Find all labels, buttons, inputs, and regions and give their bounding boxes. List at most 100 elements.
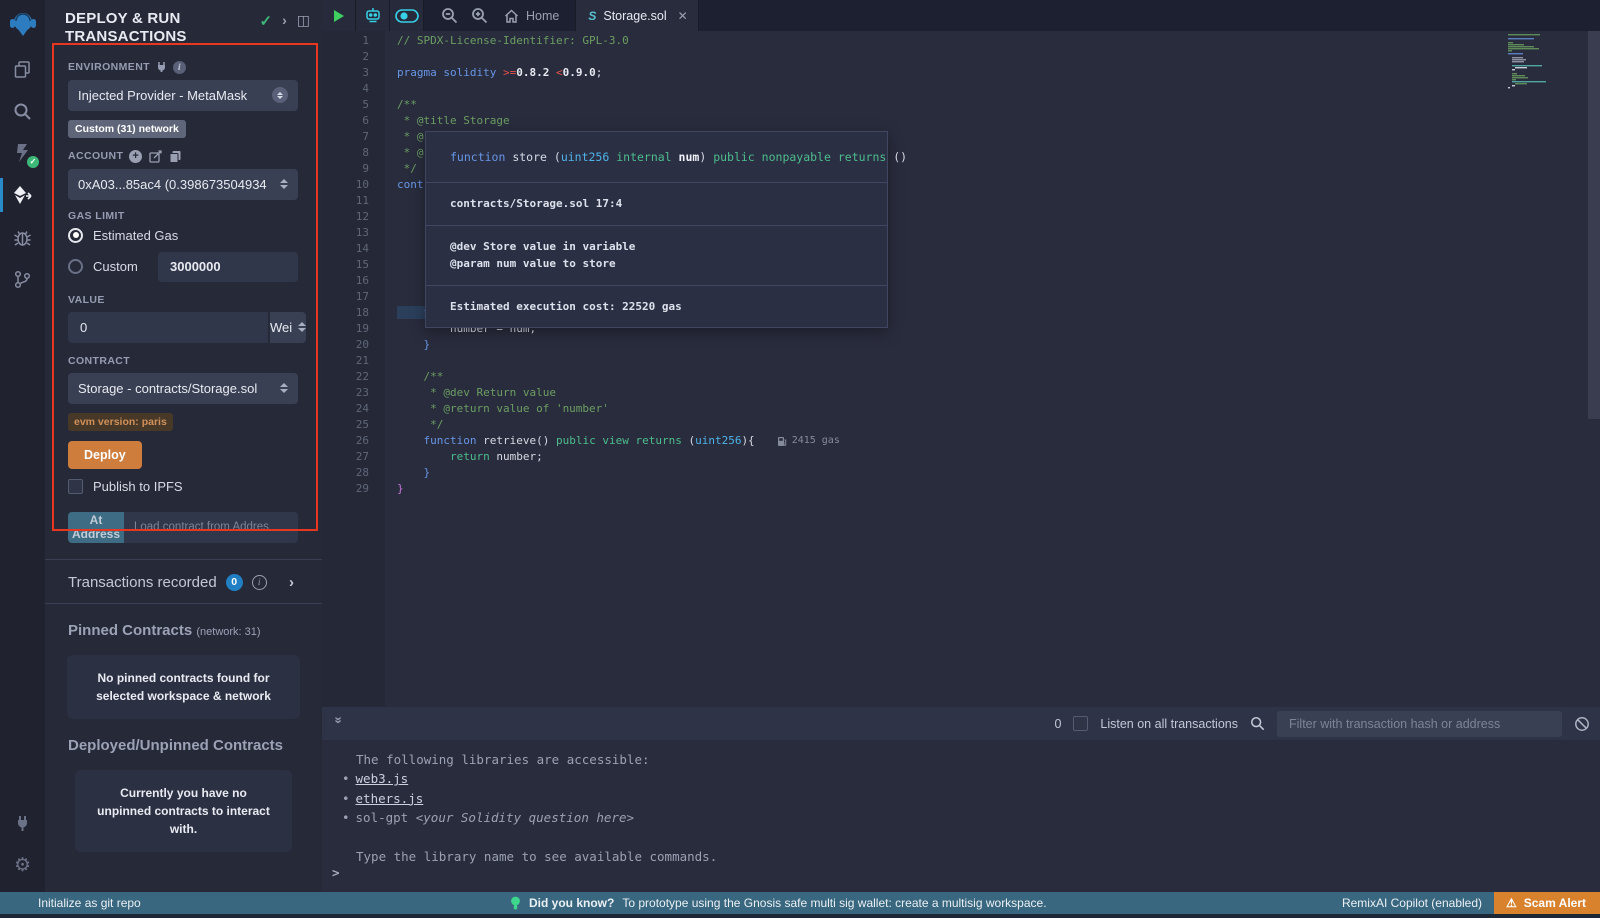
transactions-expand-icon[interactable]: › xyxy=(289,574,298,591)
contract-label: CONTRACT xyxy=(68,355,298,367)
at-address-button[interactable]: At Address xyxy=(68,512,124,543)
at-address-input[interactable] xyxy=(124,512,298,543)
custom-gas-radio[interactable] xyxy=(68,259,83,274)
git-icon[interactable] xyxy=(0,258,45,300)
panel-expand-icon[interactable]: › xyxy=(282,12,287,28)
git-init-status[interactable]: Initialize as git repo xyxy=(0,896,141,910)
account-label: ACCOUNT + xyxy=(68,150,298,163)
tooltip-execution-cost: Estimated execution cost: 22520 gas xyxy=(450,298,863,316)
editor-scrollbar[interactable] xyxy=(1588,31,1600,419)
run-script-button[interactable] xyxy=(322,0,356,31)
tooltip-dev-doc: @dev Store value in variable xyxy=(450,238,863,256)
terminal-toolbar: » 0 Listen on all transactions xyxy=(322,707,1600,740)
unit-stepper-icon xyxy=(298,322,306,332)
code-line[interactable]: 4 xyxy=(322,81,1490,97)
terminal-prompt[interactable]: > xyxy=(332,863,340,882)
environment-info-icon[interactable]: i xyxy=(173,61,186,74)
hover-tooltip: function store (uint256 internal num) pu… xyxy=(425,131,888,328)
code-line[interactable]: 1// SPDX-License-Identifier: GPL-3.0 xyxy=(322,33,1490,49)
terminal-library-link-line[interactable]: •ethers.js xyxy=(334,789,1600,808)
value-label: VALUE xyxy=(68,294,298,306)
remix-logo-icon[interactable] xyxy=(0,0,45,48)
solidity-compiler-icon[interactable]: ✓ xyxy=(0,132,45,174)
custom-gas-input[interactable] xyxy=(158,252,298,282)
sign-message-icon[interactable] xyxy=(149,150,162,163)
transactions-info-icon[interactable]: i xyxy=(252,575,267,590)
terminal-text-line: •sol-gpt <your Solidity question here> xyxy=(334,808,1600,827)
terminal-filter-input[interactable] xyxy=(1277,711,1562,737)
custom-gas-option[interactable]: Custom xyxy=(68,252,298,282)
contract-select[interactable]: Storage - contracts/Storage.sol xyxy=(68,373,298,404)
debugger-icon[interactable] xyxy=(0,216,45,258)
listen-all-checkbox[interactable] xyxy=(1073,716,1088,731)
create-account-icon[interactable]: + xyxy=(129,150,142,163)
zoom-in-button[interactable] xyxy=(464,0,494,31)
terminal-search-icon[interactable] xyxy=(1250,716,1265,731)
code-line[interactable]: 5/** xyxy=(322,97,1490,113)
deploy-button[interactable]: Deploy xyxy=(68,441,142,469)
gas-limit-label: GAS LIMIT xyxy=(68,210,298,222)
file-tab-storage-sol[interactable]: S Storage.sol ✕ xyxy=(575,0,698,31)
terminal-library-link-line[interactable]: •web3.js xyxy=(334,769,1600,788)
clear-terminal-icon[interactable] xyxy=(1574,716,1590,732)
evm-version-badge: evm version: paris xyxy=(68,413,173,431)
code-line[interactable]: 22 /** xyxy=(322,369,1490,385)
scam-alert-button[interactable]: ⚠ Scam Alert xyxy=(1494,892,1600,914)
solidity-file-icon: S xyxy=(588,9,596,23)
terminal-tx-count: 0 xyxy=(1054,717,1061,731)
pin-panel-icon[interactable]: ◫ xyxy=(297,12,310,29)
copy-account-icon[interactable] xyxy=(169,150,181,163)
publish-ipfs-checkbox[interactable] xyxy=(68,479,83,494)
terminal-link[interactable]: ethers.js xyxy=(356,791,424,806)
minimap[interactable] xyxy=(1506,33,1586,103)
code-line[interactable]: 23 * @dev Return value xyxy=(322,385,1490,401)
estimated-gas-option[interactable]: Estimated Gas xyxy=(68,228,298,243)
tooltip-location: contracts/Storage.sol 17:4 xyxy=(450,195,863,213)
home-tab[interactable]: Home xyxy=(494,0,575,31)
code-editor[interactable]: 1// SPDX-License-Identifier: GPL-3.023pr… xyxy=(322,31,1600,707)
terminal-link[interactable]: web3.js xyxy=(356,771,409,786)
gas-estimate-widget: 2415 gas xyxy=(777,433,840,449)
search-icon[interactable] xyxy=(0,90,45,132)
status-bar-edge xyxy=(0,914,1600,918)
value-unit-select[interactable]: Wei xyxy=(270,312,306,343)
estimated-gas-radio[interactable] xyxy=(68,228,83,243)
deploy-run-panel: DEPLOY & RUN TRANSACTIONS ✓ › ◫ ENVIRONM… xyxy=(45,0,322,892)
transactions-recorded-row[interactable]: Transactions recorded 0 i › xyxy=(45,560,322,603)
code-line[interactable]: 3pragma solidity >=0.8.2 <0.9.0; xyxy=(322,65,1490,81)
copilot-status[interactable]: RemixAI Copilot (enabled) xyxy=(1342,896,1482,910)
terminal-text-line xyxy=(334,828,1600,847)
terminal-output[interactable]: The following libraries are accessible:•… xyxy=(322,740,1600,892)
terminal-collapse-icon[interactable]: » xyxy=(332,717,347,731)
account-select[interactable]: 0xA03...85ac4 (0.398673504934 xyxy=(68,169,298,200)
code-line[interactable]: 25 */ xyxy=(322,417,1490,433)
code-line[interactable]: 6 * @title Storage xyxy=(322,113,1490,129)
warning-icon: ⚠ xyxy=(1506,896,1517,910)
code-line[interactable]: 28 } xyxy=(322,465,1490,481)
panel-title: DEPLOY & RUN TRANSACTIONS xyxy=(65,10,225,47)
code-line[interactable]: 24 * @return value of 'number' xyxy=(322,401,1490,417)
code-line[interactable]: 20 } xyxy=(322,337,1490,353)
settings-icon[interactable]: ⚙ xyxy=(0,844,45,886)
plugin-manager-icon[interactable] xyxy=(0,802,45,844)
value-input[interactable] xyxy=(68,312,268,343)
transactions-count-badge: 0 xyxy=(226,574,243,591)
code-line[interactable]: 29} xyxy=(322,481,1490,497)
code-line[interactable]: 21 xyxy=(322,353,1490,369)
environment-select[interactable]: Injected Provider - MetaMask xyxy=(68,80,298,111)
code-line[interactable]: 2 xyxy=(322,49,1490,65)
tooltip-function-signature: function store (uint256 internal num) pu… xyxy=(450,150,863,164)
terminal-lines: The following libraries are accessible:•… xyxy=(334,750,1600,866)
remixai-assistant-button[interactable] xyxy=(356,0,390,31)
publish-ipfs-row[interactable]: Publish to IPFS xyxy=(68,479,298,494)
panel-check-icon: ✓ xyxy=(260,12,273,30)
close-tab-icon[interactable]: ✕ xyxy=(678,9,688,23)
deploy-run-icon[interactable] xyxy=(0,174,45,216)
code-line[interactable]: 27 return number; xyxy=(322,449,1490,465)
did-you-know-label: Did you know? xyxy=(529,896,614,910)
remixai-copilot-toggle[interactable] xyxy=(390,0,424,31)
pinned-network-subtitle: (network: 31) xyxy=(196,626,260,638)
zoom-out-button[interactable] xyxy=(434,0,464,31)
file-explorer-icon[interactable] xyxy=(0,48,45,90)
code-line[interactable]: 26 function retrieve() public view retur… xyxy=(322,433,1490,449)
